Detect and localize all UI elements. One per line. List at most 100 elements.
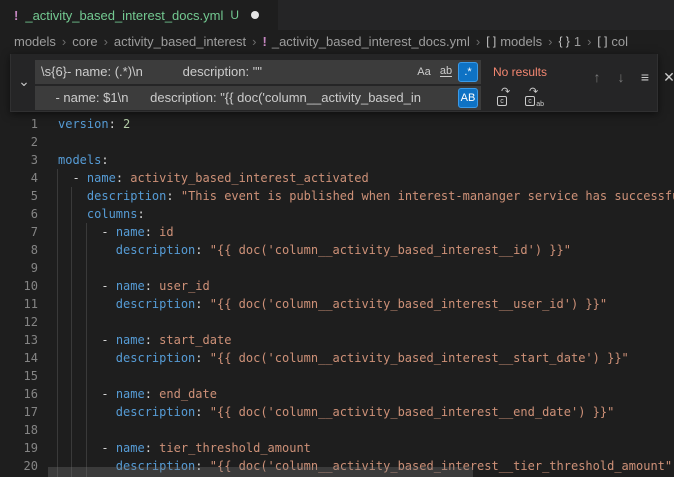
breadcrumb-item[interactable]: models xyxy=(14,34,56,49)
line-number[interactable]: 6 xyxy=(0,205,38,223)
replace-one-icon[interactable]: ↷ c xyxy=(495,88,515,108)
breadcrumb-label: core xyxy=(72,34,97,49)
code-line[interactable]: 19 - name: tier_threshold_amount xyxy=(0,439,674,457)
yaml-file-icon: ! xyxy=(14,8,18,23)
whole-word-icon: ab xyxy=(440,66,452,77)
code-text: - name: tier_threshold_amount xyxy=(58,441,311,455)
line-number[interactable]: 7 xyxy=(0,223,38,241)
replace-row: AB ↷ c ↷ c ab xyxy=(35,85,543,110)
code-line[interactable]: 16 - name: end_date xyxy=(0,385,674,403)
line-number[interactable]: 8 xyxy=(0,241,38,259)
code-line[interactable]: 7 - name: id xyxy=(0,223,674,241)
horizontal-scrollbar[interactable] xyxy=(48,467,473,477)
tab-title: _activity_based_interest_docs.yml xyxy=(25,8,223,23)
code-line[interactable]: 12 xyxy=(0,313,674,331)
line-number[interactable]: 1 xyxy=(0,115,38,133)
yaml-file-icon: ! xyxy=(263,34,267,49)
line-number[interactable]: 3 xyxy=(0,151,38,169)
line-number[interactable]: 13 xyxy=(0,331,38,349)
code-line[interactable]: 15 xyxy=(0,367,674,385)
breadcrumb-item[interactable]: core xyxy=(72,34,97,49)
editor[interactable]: 1 version: 2 23models:4 - name: activity_b… xyxy=(0,52,674,477)
replace-input[interactable] xyxy=(35,86,481,110)
breadcrumb-item[interactable]: [ ] col xyxy=(597,34,628,49)
breadcrumb-label: models xyxy=(500,34,542,49)
replace-action-icons: ↷ c ↷ c ab xyxy=(495,88,543,108)
line-number[interactable]: 20 xyxy=(0,457,38,475)
line-number[interactable]: 2 xyxy=(0,133,38,151)
close-button[interactable]: ✕ xyxy=(657,67,674,87)
line-number[interactable]: 17 xyxy=(0,403,38,421)
tab-active-file[interactable]: ! _activity_based_interest_docs.yml U xyxy=(0,0,278,30)
breadcrumb-label: col xyxy=(611,34,628,49)
code-line[interactable]: 11 description: "{{ doc('column__activit… xyxy=(0,295,674,313)
indent-guide xyxy=(71,187,72,477)
code-line[interactable]: 17 description: "{{ doc('column__activit… xyxy=(0,403,674,421)
find-nav-icons: ↑ ↓ ≡ ✕ xyxy=(585,67,674,87)
code-text: - name: activity_based_interest_activate… xyxy=(58,171,369,185)
dirty-indicator-icon[interactable] xyxy=(251,11,259,19)
indent-guide xyxy=(86,223,87,477)
code-line[interactable]: 8 description: "{{ doc('column__activity… xyxy=(0,241,674,259)
preserve-case-toggle[interactable]: AB xyxy=(458,88,478,108)
code-text: description: "{{ doc('column__activity_b… xyxy=(58,243,571,257)
code-line[interactable]: 5 description: "This event is published … xyxy=(0,187,674,205)
code-line[interactable]: 18 xyxy=(0,421,674,439)
line-number[interactable]: 10 xyxy=(0,277,38,295)
whole-word-toggle[interactable]: ab xyxy=(436,62,456,82)
regex-icon: .* xyxy=(464,66,471,78)
symbol-kind-icon: [ ] xyxy=(486,34,496,48)
code-line[interactable]: 13 - name: start_date xyxy=(0,331,674,349)
code-line[interactable]: 4 - name: activity_based_interest_activa… xyxy=(0,169,674,187)
code-line[interactable]: 1 version: 2 xyxy=(0,115,674,133)
code-text: - name: id xyxy=(58,225,174,239)
line-number[interactable]: 15 xyxy=(0,367,38,385)
breadcrumb-label: activity_based_interest xyxy=(114,34,246,49)
replace-all-icon[interactable]: ↷ c ab xyxy=(523,88,543,108)
code-line[interactable]: 9 xyxy=(0,259,674,277)
breadcrumb-item[interactable]: !_activity_based_interest_docs.yml xyxy=(263,34,470,49)
find-replace-widget: ⌄ Aa ab .* No results ↑ ↓ ≡ ✕ xyxy=(10,54,658,112)
find-row: Aa ab .* No results ↑ ↓ ≡ ✕ xyxy=(35,59,547,84)
line-number[interactable]: 19 xyxy=(0,439,38,457)
code-text: - name: end_date xyxy=(58,387,217,401)
previous-match-button[interactable]: ↑ xyxy=(585,67,609,87)
toggle-replace-chevron-icon[interactable]: ⌄ xyxy=(15,74,33,92)
next-match-button[interactable]: ↓ xyxy=(609,67,633,87)
code-line[interactable]: 14 description: "{{ doc('column__activit… xyxy=(0,349,674,367)
git-status-badge: U xyxy=(230,8,239,22)
line-number[interactable]: 12 xyxy=(0,313,38,331)
chevron-right-icon: › xyxy=(252,34,256,49)
line-number[interactable]: 14 xyxy=(0,349,38,367)
regex-toggle[interactable]: .* xyxy=(458,62,478,82)
code-text: version: 2 xyxy=(58,117,130,131)
line-number[interactable]: 4 xyxy=(0,169,38,187)
breadcrumb-label: models xyxy=(14,34,56,49)
tab-bar: ! _activity_based_interest_docs.yml U xyxy=(0,0,674,30)
code-line[interactable]: 3models: xyxy=(0,151,674,169)
breadcrumb-item[interactable]: [ ] models xyxy=(486,34,542,49)
code-line[interactable]: 6 columns: xyxy=(0,205,674,223)
breadcrumb-label: 1 xyxy=(574,34,581,49)
code-line[interactable]: 2 xyxy=(0,133,674,151)
code-text: description: "{{ doc('column__activity_b… xyxy=(58,297,607,311)
line-number[interactable]: 9 xyxy=(0,259,38,277)
code-text: - name: start_date xyxy=(58,333,231,347)
chevron-right-icon: › xyxy=(476,34,480,49)
match-case-toggle[interactable]: Aa xyxy=(414,62,434,82)
code-line[interactable]: 10 - name: user_id xyxy=(0,277,674,295)
line-number[interactable]: 5 xyxy=(0,187,38,205)
find-in-selection-button[interactable]: ≡ xyxy=(633,67,657,87)
chevron-right-icon: › xyxy=(62,34,66,49)
line-number[interactable]: 11 xyxy=(0,295,38,313)
code-text: description: "This event is published wh… xyxy=(58,189,674,203)
symbol-kind-icon: [ ] xyxy=(597,34,607,48)
code-text: description: "{{ doc('column__activity_b… xyxy=(58,351,629,365)
preserve-case-icon: AB xyxy=(461,92,476,104)
breadcrumb-item[interactable]: { } 1 xyxy=(558,34,581,49)
breadcrumb-item[interactable]: activity_based_interest xyxy=(114,34,246,49)
line-number[interactable]: 18 xyxy=(0,421,38,439)
line-number[interactable]: 16 xyxy=(0,385,38,403)
symbol-kind-icon: { } xyxy=(558,34,569,48)
chevron-right-icon: › xyxy=(104,34,108,49)
